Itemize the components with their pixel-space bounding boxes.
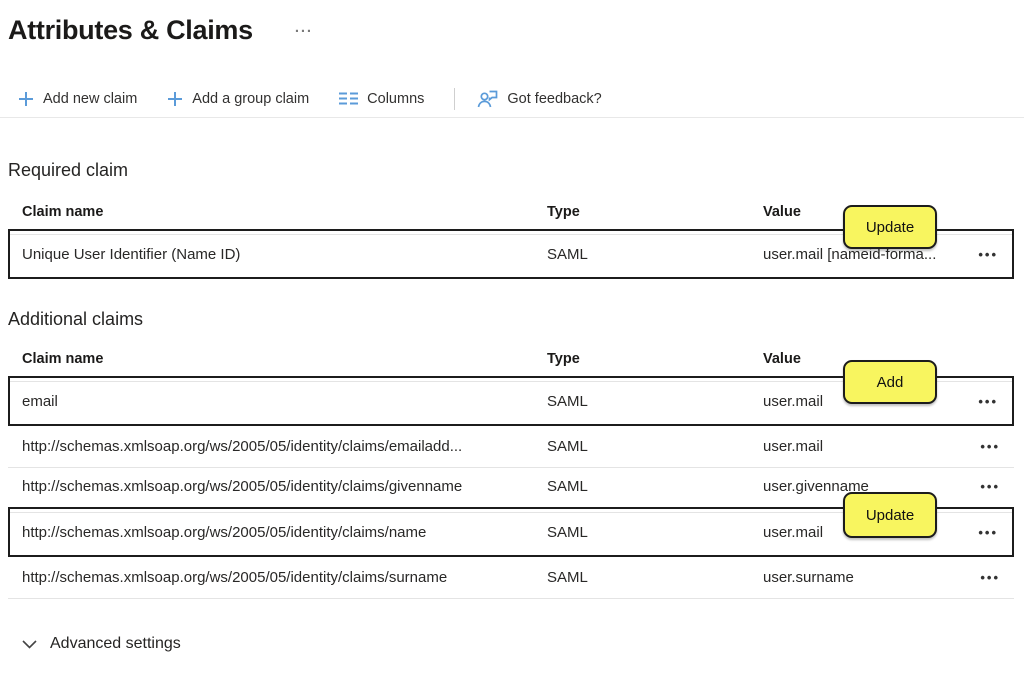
advanced-settings-toggle[interactable]: Advanced settings	[22, 635, 1024, 653]
page-title: Attributes & Claims	[8, 15, 253, 46]
claim-type-cell: SAML	[547, 246, 763, 263]
annotation-update-name-claim: Update	[843, 492, 937, 538]
claim-type-cell: SAML	[547, 569, 763, 586]
add-new-claim-label: Add new claim	[43, 91, 137, 107]
row-menu-ellipsis-icon[interactable]: •••	[964, 525, 1012, 540]
row-menu-ellipsis-icon[interactable]: •••	[966, 479, 1014, 494]
column-header-type: Type	[547, 204, 763, 220]
row-menu-ellipsis-icon[interactable]: •••	[966, 570, 1014, 585]
claim-type-cell: SAML	[547, 438, 763, 455]
toolbar-divider	[454, 88, 455, 110]
claim-name-cell: http://schemas.xmlsoap.org/ws/2005/05/id…	[22, 478, 547, 495]
page-header: Attributes & Claims ···	[0, 0, 1024, 52]
chevron-down-icon	[22, 640, 37, 649]
additional-claims-heading: Additional claims	[0, 309, 1024, 330]
add-group-claim-label: Add a group claim	[192, 91, 309, 107]
row-menu-ellipsis-icon[interactable]: •••	[966, 439, 1014, 454]
row-menu-ellipsis-icon[interactable]: •••	[964, 247, 1012, 262]
got-feedback-button[interactable]: Got feedback?	[477, 90, 601, 108]
annotation-add-email-claim: Add	[843, 360, 937, 404]
column-header-type: Type	[547, 351, 763, 367]
plus-icon	[18, 91, 34, 107]
claim-name-cell: Unique User Identifier (Name ID)	[22, 246, 547, 263]
claim-name-cell: http://schemas.xmlsoap.org/ws/2005/05/id…	[22, 569, 547, 586]
required-claim-heading: Required claim	[0, 160, 1024, 181]
table-row-surname[interactable]: http://schemas.xmlsoap.org/ws/2005/05/id…	[8, 557, 1014, 599]
claim-value-cell: user.surname	[763, 569, 966, 586]
claim-type-cell: SAML	[547, 478, 763, 495]
plus-icon	[167, 91, 183, 107]
claim-name-cell: email	[22, 393, 547, 410]
annotation-update-required-claim: Update	[843, 205, 937, 249]
advanced-settings-label: Advanced settings	[50, 635, 181, 653]
columns-label: Columns	[367, 91, 424, 107]
claim-type-cell: SAML	[547, 393, 763, 410]
got-feedback-label: Got feedback?	[507, 91, 601, 107]
claim-name-cell: http://schemas.xmlsoap.org/ws/2005/05/id…	[22, 524, 547, 541]
claim-value-cell: user.mail	[763, 438, 966, 455]
attributes-claims-page: Attributes & Claims ··· Add new claim Ad…	[0, 0, 1024, 673]
add-new-claim-button[interactable]: Add new claim	[18, 91, 137, 107]
table-row-emailaddress[interactable]: http://schemas.xmlsoap.org/ws/2005/05/id…	[8, 426, 1014, 468]
column-header-claim-name: Claim name	[22, 351, 547, 367]
row-menu-ellipsis-icon[interactable]: •••	[964, 394, 1012, 409]
command-bar: Add new claim Add a group claim Columns	[0, 80, 1024, 118]
columns-button[interactable]: Columns	[339, 91, 424, 107]
column-header-claim-name: Claim name	[22, 204, 547, 220]
add-group-claim-button[interactable]: Add a group claim	[167, 91, 309, 107]
page-menu-ellipsis-icon[interactable]: ···	[295, 23, 313, 40]
claim-type-cell: SAML	[547, 524, 763, 541]
feedback-icon	[477, 90, 498, 108]
columns-icon	[339, 91, 358, 106]
claim-name-cell: http://schemas.xmlsoap.org/ws/2005/05/id…	[22, 438, 547, 455]
